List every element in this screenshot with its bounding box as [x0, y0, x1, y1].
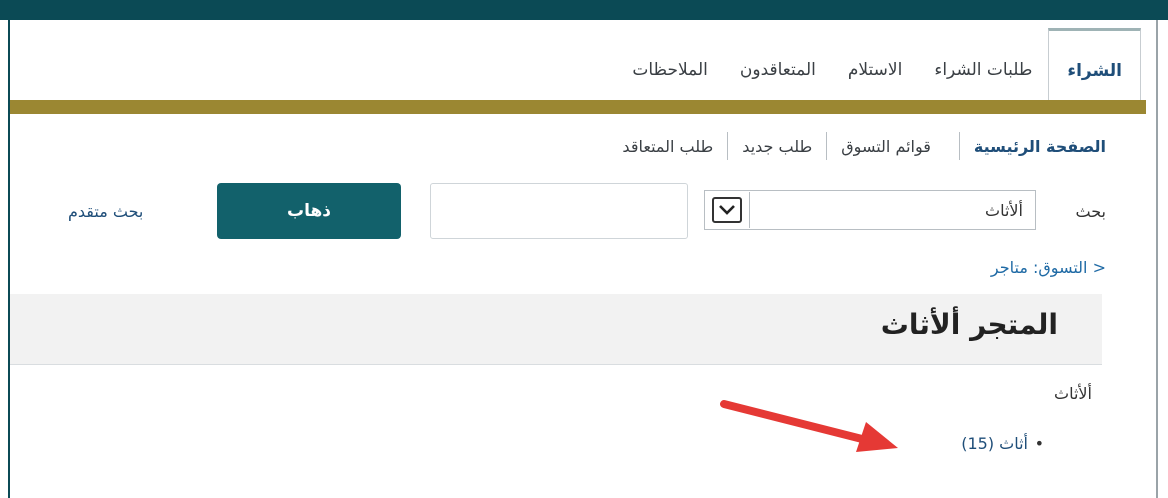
annotation-arrow-icon [720, 400, 898, 452]
